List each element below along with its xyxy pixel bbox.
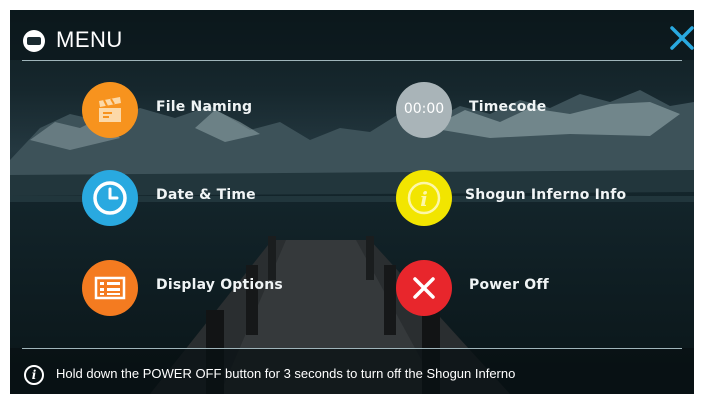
menu-screen: MENU File Naming 00:00 Timecode Date & T…: [10, 10, 694, 394]
menu-item-label: Timecode: [469, 99, 547, 115]
menu-item-label: File Naming: [156, 99, 253, 115]
menu-item-label: Shogun Inferno Info: [465, 187, 627, 203]
timecode-icon-text: 00:00: [403, 101, 445, 117]
menu-item-date-time[interactable]: Date & Time: [82, 170, 262, 226]
close-icon: [670, 26, 694, 50]
power-off-icon: [396, 260, 452, 316]
menu-item-label: Date & Time: [156, 187, 256, 203]
info-icon: i: [24, 365, 44, 385]
menu-item-display-options[interactable]: Display Options: [82, 260, 292, 316]
atomos-logo-icon: [23, 30, 45, 52]
clock-icon: [82, 170, 138, 226]
page-title: MENU: [56, 27, 123, 52]
header-divider: [22, 60, 682, 61]
menu-item-shogun-inferno-info[interactable]: i Shogun Inferno Info: [396, 170, 636, 226]
timecode-icon: 00:00: [396, 82, 452, 138]
close-button[interactable]: [668, 24, 694, 52]
display-options-icon: [82, 260, 138, 316]
footer-divider: [22, 348, 682, 349]
menu-item-file-naming[interactable]: File Naming: [82, 82, 262, 138]
clapperboard-icon: [82, 82, 138, 138]
menu-item-timecode[interactable]: 00:00 Timecode: [396, 82, 576, 138]
svg-text:i: i: [420, 187, 428, 211]
menu-item-label: Power Off: [469, 277, 549, 293]
menu-item-power-off[interactable]: Power Off: [396, 260, 576, 316]
menu-item-label: Display Options: [156, 277, 283, 293]
info-icon: i: [396, 170, 452, 226]
footer-info-text: Hold down the POWER OFF button for 3 sec…: [56, 366, 516, 381]
